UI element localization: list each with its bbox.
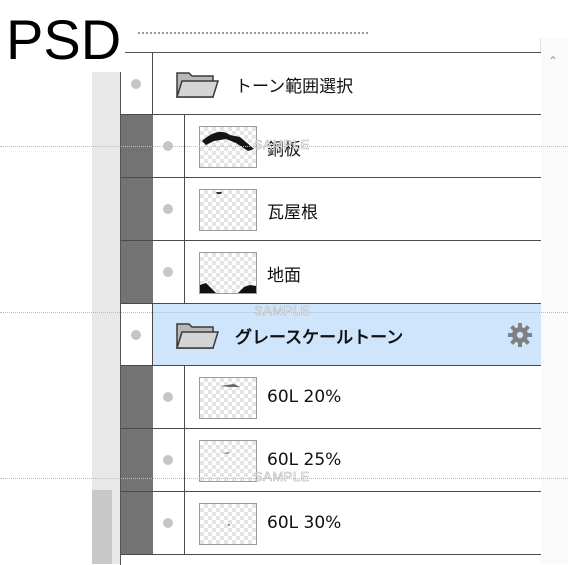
layer-name: 瓦屋根 <box>267 203 318 223</box>
layer-thumbnail <box>199 503 257 545</box>
layer-name: 60L 30% <box>267 513 342 533</box>
gear-icon[interactable] <box>507 322 533 348</box>
layer-name: トーン範囲選択 <box>235 77 354 97</box>
layer-thumbnail <box>199 440 257 482</box>
visibility-dot-icon[interactable] <box>131 79 141 89</box>
child-indent-bar <box>121 429 153 491</box>
child-indent-bar <box>121 366 153 428</box>
sample-watermark: SAMPLE <box>254 303 310 319</box>
visibility-dot-icon[interactable] <box>131 330 141 340</box>
layer-row[interactable]: 60L 20% <box>121 366 541 429</box>
folder-icon <box>175 323 219 349</box>
sample-watermark: SAMPLE <box>254 469 310 485</box>
layer-row[interactable]: 地面 <box>121 241 541 304</box>
visibility-column[interactable] <box>153 492 185 554</box>
layer-panel: トーン範囲選択 銅板 瓦屋根 地面 グレースケールトーン 60L 20% 60L… <box>120 52 541 565</box>
visibility-dot-icon[interactable] <box>163 518 173 528</box>
panel-left-gutter <box>92 38 120 564</box>
layer-thumbnail <box>199 126 257 168</box>
layer-thumbnail <box>199 252 257 294</box>
child-indent-bar <box>121 178 153 240</box>
visibility-dot-icon[interactable] <box>163 392 173 402</box>
layer-row-folder[interactable]: トーン範囲選択 <box>121 53 541 115</box>
layer-row-folder-selected[interactable]: グレースケールトーン <box>121 304 541 366</box>
layer-name: 60L 25% <box>267 450 342 470</box>
visibility-dot-icon[interactable] <box>163 204 173 214</box>
panel-header-remnant <box>138 32 368 42</box>
layer-thumbnail <box>199 189 257 231</box>
visibility-column[interactable] <box>153 241 185 303</box>
visibility-column[interactable] <box>121 53 153 114</box>
child-indent-bar <box>121 241 153 303</box>
psd-badge: PSD <box>6 10 126 72</box>
visibility-column[interactable] <box>153 429 185 491</box>
visibility-dot-icon[interactable] <box>163 267 173 277</box>
layer-row[interactable]: 60L 30% <box>121 492 541 555</box>
child-indent-bar <box>121 492 153 554</box>
visibility-column[interactable] <box>153 366 185 428</box>
folder-icon <box>175 72 219 98</box>
layer-thumbnail <box>199 377 257 419</box>
gutter-scrollbar[interactable] <box>92 490 112 564</box>
vertical-scrollbar[interactable] <box>540 38 568 564</box>
sample-watermark: SAMPLE <box>254 137 310 153</box>
layer-name: 地面 <box>267 266 301 286</box>
visibility-column[interactable] <box>153 178 185 240</box>
layer-row[interactable]: 60L 25% <box>121 429 541 492</box>
visibility-dot-icon[interactable] <box>163 455 173 465</box>
scroll-up-icon[interactable]: ⌃ <box>548 54 558 68</box>
layer-name: 60L 20% <box>267 387 342 407</box>
layer-row[interactable]: 瓦屋根 <box>121 178 541 241</box>
layer-name: グレースケールトーン <box>235 328 404 348</box>
visibility-column[interactable] <box>121 304 153 365</box>
